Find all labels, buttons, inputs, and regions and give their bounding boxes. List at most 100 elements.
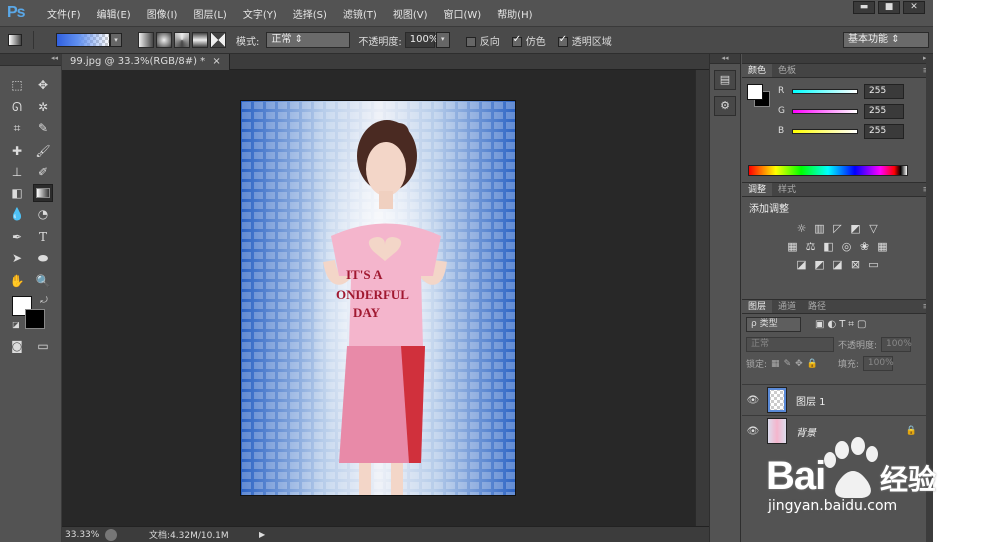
selective-color-icon[interactable]: ⊠	[848, 258, 863, 272]
tab-adjustments[interactable]: 调整	[742, 183, 773, 196]
eyedropper-tool-icon[interactable]: ✎	[33, 119, 53, 137]
menu-filter[interactable]: 滤镜(T)	[335, 6, 385, 21]
gradient-dropdown-button[interactable]: ▾	[110, 33, 122, 47]
workspace-select[interactable]: 基本功能 ⇕	[843, 32, 929, 48]
lock-position-icon[interactable]: ✥	[795, 359, 803, 369]
lock-pixels-icon[interactable]: ✎	[784, 359, 792, 369]
hand-tool-icon[interactable]: ✋	[7, 272, 27, 290]
diamond-gradient-icon[interactable]	[210, 32, 226, 48]
blue-value-input[interactable]: 255	[864, 123, 904, 139]
tab-paths[interactable]: 路径	[802, 300, 832, 313]
menu-edit[interactable]: 编辑(E)	[89, 6, 139, 21]
red-value-input[interactable]: 255	[864, 83, 904, 99]
clone-stamp-tool-icon[interactable]: ⊥	[7, 163, 27, 181]
reverse-checkbox[interactable]	[465, 36, 476, 47]
menu-select[interactable]: 选择(S)	[285, 6, 335, 21]
eraser-tool-icon[interactable]: ◧	[7, 184, 27, 202]
tab-styles[interactable]: 样式	[772, 183, 802, 196]
history-brush-tool-icon[interactable]: ✐	[33, 163, 53, 181]
threshold-icon[interactable]: ◪	[830, 258, 845, 272]
levels-icon[interactable]: ▥	[812, 222, 827, 236]
pixel-filter-icon[interactable]: ▣	[815, 319, 824, 330]
invert-icon[interactable]: ◪	[794, 258, 809, 272]
hue-saturation-icon[interactable]: ▦	[785, 240, 800, 254]
expand-dock-icon[interactable]: ◂◂	[710, 54, 740, 64]
close-button[interactable]: ✕	[903, 1, 925, 14]
history-panel-icon[interactable]: ▤	[714, 70, 736, 90]
tab-swatches[interactable]: 色板	[772, 64, 802, 77]
gradient-map-icon[interactable]: ▭	[866, 258, 881, 272]
path-selection-tool-icon[interactable]: ➤	[7, 249, 27, 267]
dither-checkbox[interactable]	[511, 34, 522, 47]
lock-all-icon[interactable]: 🔒	[807, 359, 818, 369]
tool-preset-picker[interactable]	[8, 31, 34, 49]
channel-mixer-icon[interactable]: ❀	[857, 240, 872, 254]
vertical-scrollbar[interactable]	[695, 70, 709, 526]
reverse-option[interactable]: 反向	[465, 33, 500, 48]
green-slider[interactable]	[792, 108, 858, 114]
visibility-eye-icon[interactable]: 👁	[742, 395, 764, 406]
zoom-level[interactable]: 33.33%	[65, 530, 101, 540]
angle-gradient-icon[interactable]	[174, 32, 190, 48]
lasso-tool-icon[interactable]: ᘏ	[7, 98, 27, 116]
status-arrow-icon[interactable]: ▶	[259, 530, 265, 539]
tab-layers[interactable]: 图层	[742, 300, 773, 313]
photo-filter-icon[interactable]: ◎	[839, 240, 854, 254]
default-colors-icon[interactable]: ◪	[6, 316, 26, 334]
blur-tool-icon[interactable]: 💧	[7, 205, 27, 223]
dodge-tool-icon[interactable]: ◔	[33, 205, 53, 223]
color-foreground-swatch[interactable]	[747, 84, 763, 100]
menu-window[interactable]: 窗口(W)	[435, 6, 489, 21]
quick-mask-icon[interactable]: ◙	[7, 337, 27, 355]
red-slider[interactable]	[792, 88, 858, 94]
dither-option[interactable]: 仿色	[511, 33, 546, 48]
opacity-dropdown-button[interactable]: ▾	[435, 32, 450, 48]
menu-type[interactable]: 文字(Y)	[235, 6, 285, 21]
brightness-icon[interactable]: ☼	[794, 222, 809, 236]
background-color-swatch[interactable]	[25, 309, 45, 329]
reflected-gradient-icon[interactable]	[192, 32, 208, 48]
gradient-picker[interactable]	[56, 33, 110, 47]
layer-opacity-input[interactable]: 100%	[881, 337, 912, 352]
minimize-button[interactable]: ▬	[853, 1, 875, 14]
zoom-tool-icon[interactable]: 🔍	[33, 272, 53, 290]
properties-panel-icon[interactable]: ⚙	[714, 96, 736, 116]
color-balance-icon[interactable]: ⚖	[803, 240, 818, 254]
crop-tool-icon[interactable]: ⌗	[7, 119, 27, 137]
swap-colors-icon[interactable]: ⤾	[34, 292, 54, 310]
tab-color[interactable]: 颜色	[742, 64, 773, 77]
mode-select[interactable]: 正常 ⇕	[266, 32, 351, 48]
collapse-toolbox-icon[interactable]: ◂◂	[0, 54, 61, 66]
layer-filter-select[interactable]: ρ 类型	[746, 317, 801, 332]
transparency-option[interactable]: 透明区域	[557, 33, 612, 48]
menu-file[interactable]: 文件(F)	[39, 6, 89, 21]
pen-tool-icon[interactable]: ✒	[7, 228, 27, 246]
radial-gradient-icon[interactable]	[156, 32, 172, 48]
type-tool-icon[interactable]: T	[33, 228, 53, 246]
maximize-button[interactable]: ■	[878, 1, 900, 14]
close-document-icon[interactable]: ×	[212, 56, 220, 67]
menu-layer[interactable]: 图层(L)	[185, 6, 234, 21]
adjustment-filter-icon[interactable]: ◐	[827, 319, 836, 330]
layer-row[interactable]: 👁 图层 1	[742, 384, 927, 415]
menu-image[interactable]: 图像(I)	[139, 6, 186, 21]
gradient-tool-icon[interactable]	[33, 184, 53, 202]
image-canvas[interactable]: IT'S A ONDERFUL DAY	[240, 100, 516, 496]
transparency-checkbox[interactable]	[557, 34, 568, 47]
lock-transparent-icon[interactable]: ▦	[771, 359, 780, 369]
healing-brush-tool-icon[interactable]: ✚	[7, 142, 27, 160]
curves-icon[interactable]: ◸	[830, 222, 845, 236]
move-tool-icon[interactable]: ✥	[33, 76, 53, 94]
status-info-icon[interactable]	[105, 528, 117, 541]
opacity-input[interactable]: 100%	[404, 32, 438, 48]
blue-slider[interactable]	[792, 128, 858, 134]
ellipse-tool-icon[interactable]: ⬬	[33, 249, 53, 267]
smart-object-filter-icon[interactable]: ▢	[857, 319, 866, 330]
vibrance-icon[interactable]: ▽	[866, 222, 881, 236]
screen-mode-icon[interactable]: ▭	[33, 337, 53, 355]
menu-view[interactable]: 视图(V)	[385, 6, 436, 21]
green-value-input[interactable]: 255	[864, 103, 904, 119]
type-filter-icon[interactable]: T	[839, 319, 845, 330]
menu-help[interactable]: 帮助(H)	[489, 6, 540, 21]
fill-input[interactable]: 100%	[862, 356, 894, 371]
